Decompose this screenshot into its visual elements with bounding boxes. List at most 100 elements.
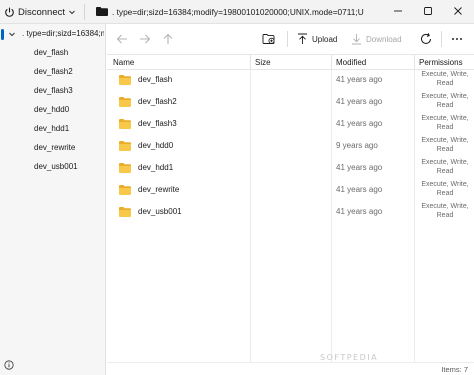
refresh-icon[interactable] (419, 32, 433, 46)
row-permissions: Execute, Write, Read (416, 71, 474, 88)
table-row[interactable]: dev_usb001 41 years ago Execute, Write, R… (107, 201, 474, 223)
row-modified: 9 years ago (336, 141, 378, 150)
sidebar-root-label: . type=dir;sizd=16384;modify=19800101020… (22, 29, 104, 38)
permissions-line: Read (436, 79, 454, 87)
row-permissions: Execute, Write, Read (416, 137, 474, 154)
selection-indicator (1, 29, 4, 40)
download-label: Download (366, 34, 402, 44)
upload-label: Upload (312, 34, 338, 44)
sidebar-item-dev-hdd1[interactable]: dev_hdd1 (34, 124, 69, 136)
column-header-modified[interactable]: Modified (336, 58, 366, 67)
row-name: dev_flash (138, 75, 173, 84)
table-row[interactable]: dev_rewrite 41 years ago Execute, Write,… (107, 179, 474, 201)
folder-icon (119, 163, 131, 173)
row-modified: 41 years ago (336, 119, 383, 128)
permissions-line: Read (436, 123, 454, 131)
column-divider[interactable] (331, 55, 332, 70)
info-icon[interactable] (4, 360, 14, 370)
sidebar-item-dev-hdd0[interactable]: dev_hdd0 (34, 105, 69, 117)
column-header-permissions[interactable]: Permissions (419, 58, 463, 67)
disconnect-label: Disconnect (18, 6, 65, 18)
more-icon[interactable] (450, 32, 464, 46)
sidebar: . type=dir;sizd=16384;modify=19800101020… (0, 24, 106, 375)
download-icon (352, 34, 361, 45)
row-name: dev_usb001 (138, 207, 182, 216)
row-modified: 41 years ago (336, 97, 383, 106)
watermark: SOFTPEDIA (320, 353, 379, 362)
row-permissions: Execute, Write, Read (416, 203, 474, 220)
up-arrow-icon[interactable] (161, 32, 175, 46)
sidebar-root-item[interactable]: . type=dir;sizd=16384;modify=19800101020… (0, 26, 106, 42)
row-name: dev_flash2 (138, 97, 177, 106)
permissions-line: Read (436, 145, 454, 153)
row-name: dev_flash3 (138, 119, 177, 128)
table-row[interactable]: dev_hdd1 41 years ago Execute, Write, Rea… (107, 157, 474, 179)
column-divider[interactable] (250, 55, 251, 70)
permissions-line: Execute, Write, (421, 137, 469, 144)
table-header: Name Size Modified Permissions (107, 54, 474, 70)
column-header-name[interactable]: Name (113, 58, 134, 67)
folder-icon (119, 185, 131, 195)
maximize-icon (424, 7, 432, 15)
close-icon (454, 7, 462, 15)
row-name: dev_hdd1 (138, 163, 174, 172)
minimize-icon (394, 10, 402, 12)
toolbar-separator (441, 31, 442, 47)
row-modified: 41 years ago (336, 185, 383, 194)
permissions-line: Execute, Write, (421, 71, 469, 78)
new-folder-icon[interactable] (262, 32, 276, 46)
close-button[interactable] (448, 3, 468, 19)
folder-icon (96, 7, 108, 16)
folder-icon (119, 97, 131, 107)
permissions-line: Read (436, 211, 454, 219)
permissions-line: Execute, Write, (421, 159, 469, 166)
column-divider[interactable] (414, 55, 415, 70)
row-permissions: Execute, Write, Read (416, 159, 474, 176)
row-name: dev_hdd0 (138, 141, 174, 150)
table-row[interactable]: dev_flash 41 years ago Execute, Write, Re… (107, 69, 474, 91)
row-modified: 41 years ago (336, 75, 383, 84)
forward-arrow-icon[interactable] (138, 32, 152, 46)
chevron-down-icon (69, 10, 75, 15)
row-modified: 41 years ago (336, 163, 383, 172)
permissions-line: Read (436, 167, 454, 175)
toolbar-separator (287, 31, 288, 47)
title-divider (84, 4, 85, 20)
sidebar-item-dev-flash[interactable]: dev_flash (34, 48, 68, 60)
permissions-line: Execute, Write, (421, 93, 469, 100)
folder-icon (119, 207, 131, 217)
toolbar: Upload Download (107, 24, 474, 54)
row-name: dev_rewrite (138, 185, 180, 194)
permissions-line: Execute, Write, (421, 115, 469, 122)
current-path: . type=dir;sizd=16384;modify=19800101020… (112, 7, 364, 17)
folder-icon (119, 141, 131, 151)
table-row[interactable]: dev_flash2 41 years ago Execute, Write, R… (107, 91, 474, 113)
row-permissions: Execute, Write, Read (416, 181, 474, 198)
folder-icon (119, 119, 131, 129)
permissions-line: Read (436, 189, 454, 197)
folder-icon (119, 75, 131, 85)
column-header-size[interactable]: Size (255, 58, 271, 67)
title-bar: Disconnect . type=dir;sizd=16384;modify=… (0, 0, 474, 24)
back-arrow-icon[interactable] (115, 32, 129, 46)
row-modified: 41 years ago (336, 207, 383, 216)
download-button[interactable]: Download (351, 32, 402, 46)
upload-icon (298, 33, 307, 44)
sidebar-item-dev-usb001[interactable]: dev_usb001 (34, 162, 78, 174)
row-permissions: Execute, Write, Read (416, 93, 474, 110)
table-row[interactable]: dev_flash3 41 years ago Execute, Write, R… (107, 113, 474, 135)
sidebar-item-dev-rewrite[interactable]: dev_rewrite (34, 143, 75, 155)
permissions-line: Execute, Write, (421, 181, 469, 188)
minimize-button[interactable] (388, 3, 408, 19)
sidebar-item-dev-flash3[interactable]: dev_flash3 (34, 86, 73, 98)
items-count: Items: 7 (441, 365, 468, 374)
disconnect-button[interactable]: Disconnect (4, 4, 76, 20)
permissions-line: Read (436, 101, 454, 109)
permissions-line: Execute, Write, (421, 203, 469, 210)
sidebar-item-dev-flash2[interactable]: dev_flash2 (34, 67, 73, 79)
maximize-button[interactable] (418, 3, 438, 19)
chevron-down-icon[interactable] (8, 30, 16, 38)
row-permissions: Execute, Write, Read (416, 115, 474, 132)
table-row[interactable]: dev_hdd0 9 years ago Execute, Write, Read (107, 135, 474, 157)
upload-button[interactable]: Upload (297, 32, 337, 46)
